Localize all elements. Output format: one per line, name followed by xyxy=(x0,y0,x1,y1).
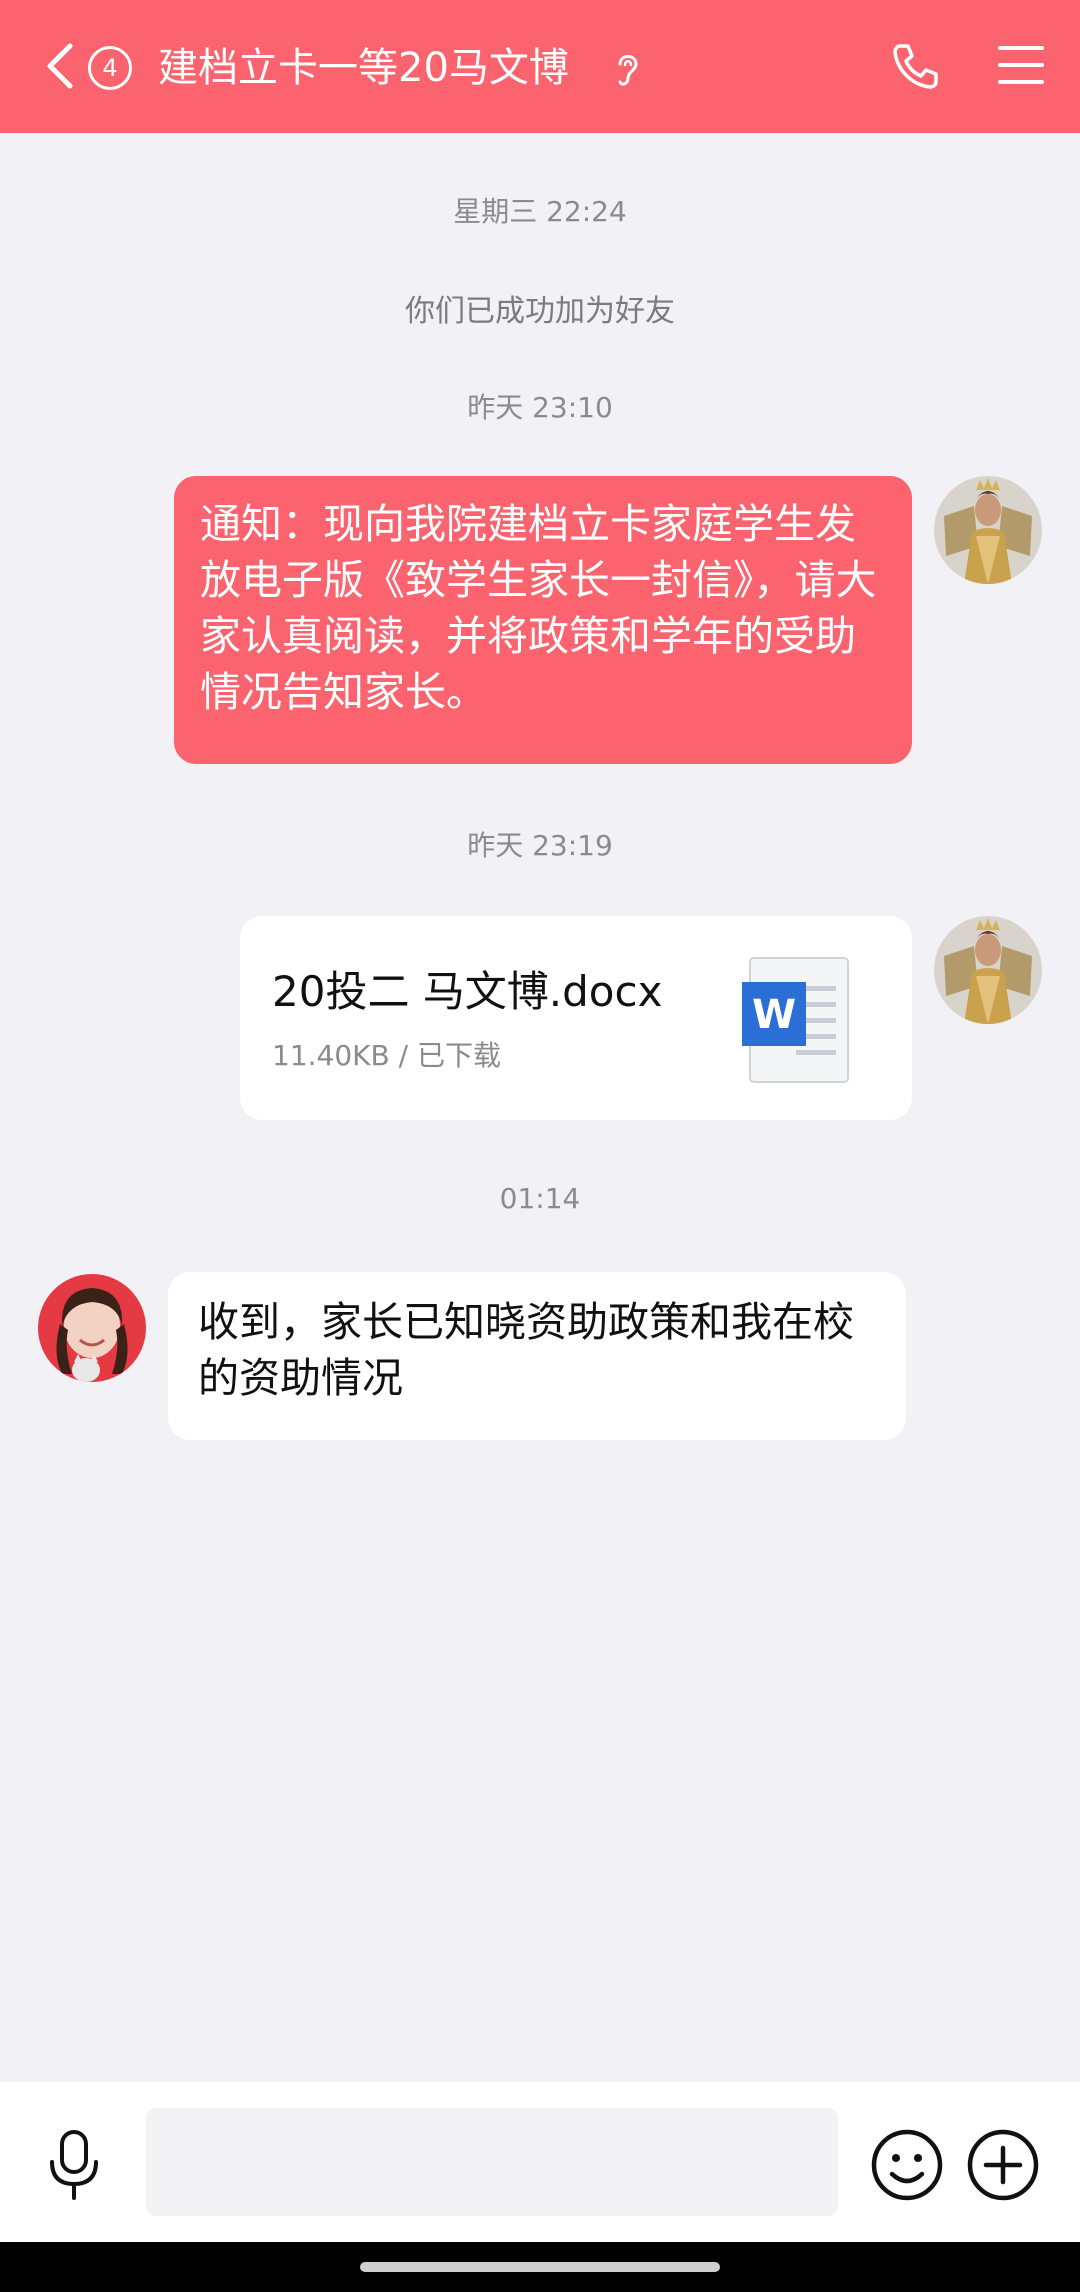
chat-header: 4 建档立卡一等20马文博 xyxy=(0,0,1080,133)
contact-avatar[interactable] xyxy=(38,1274,146,1382)
home-indicator[interactable] xyxy=(360,2262,720,2272)
menu-icon[interactable] xyxy=(998,44,1044,86)
plus-icon[interactable] xyxy=(966,2128,1040,2202)
ear-icon[interactable] xyxy=(612,48,642,88)
svg-text:W: W xyxy=(752,992,796,1038)
self-avatar[interactable] xyxy=(934,476,1042,584)
timestamp: 昨天 23:10 xyxy=(467,391,613,424)
notice-message-bubble[interactable]: 通知：现向我院建档立卡家庭学生发放电子版《致学生家长一封信》，请大家认真阅读，并… xyxy=(174,476,912,764)
message-input[interactable] xyxy=(146,2108,838,2216)
phone-icon[interactable] xyxy=(890,40,942,92)
file-message-card[interactable]: 20投二 马文博.docx 11.40KB / 已下载 W xyxy=(240,916,912,1120)
unread-count-badge[interactable]: 4 xyxy=(88,46,132,90)
back-icon[interactable] xyxy=(42,40,76,92)
emoji-icon[interactable] xyxy=(870,2128,944,2202)
system-notice: 你们已成功加为好友 xyxy=(405,294,675,329)
timestamp: 星期三 22:24 xyxy=(453,195,627,228)
word-doc-icon: W xyxy=(742,957,849,1083)
timestamp: 昨天 23:19 xyxy=(467,829,613,862)
system-nav-bar xyxy=(0,2242,1080,2292)
file-meta: 11.40KB / 已下载 xyxy=(272,1039,501,1072)
file-name: 20投二 马文博.docx xyxy=(272,967,663,1016)
reply-message-bubble[interactable]: 收到，家长已知晓资助政策和我在校的资助情况 xyxy=(168,1272,906,1440)
chat-title[interactable]: 建档立卡一等20马文博 xyxy=(158,40,569,96)
mic-icon[interactable] xyxy=(44,2130,104,2202)
timestamp: 01:14 xyxy=(499,1182,581,1215)
self-avatar[interactable] xyxy=(934,916,1042,1024)
input-bar xyxy=(0,2082,1080,2242)
